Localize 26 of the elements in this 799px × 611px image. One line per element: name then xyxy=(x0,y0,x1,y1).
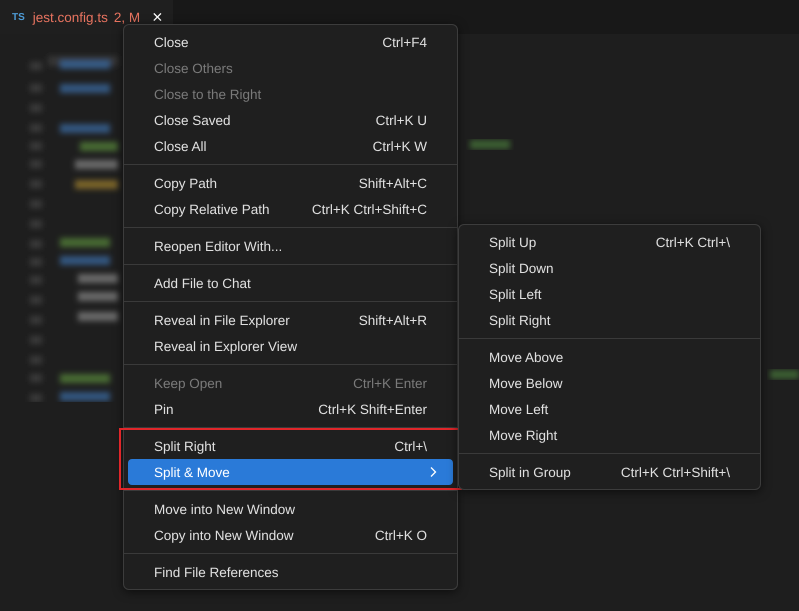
menu-item[interactable]: Move Above xyxy=(459,344,760,370)
menu-item[interactable]: Split Right xyxy=(459,307,760,333)
chevron-right-icon xyxy=(429,466,437,478)
menu-item[interactable]: Move Left xyxy=(459,396,760,422)
menu-item[interactable]: Move into New Window xyxy=(124,496,457,522)
menu-item[interactable]: Pin Ctrl+K Shift+Enter xyxy=(124,396,457,422)
menu-item[interactable]: Close Saved Ctrl+K U xyxy=(124,107,457,133)
menu-item[interactable]: Split & Move xyxy=(128,459,453,485)
menu-item[interactable]: Close All Ctrl+K W xyxy=(124,133,457,159)
menu-item[interactable]: Find File References xyxy=(124,559,457,585)
menu-item[interactable]: Split Down xyxy=(459,255,760,281)
close-icon[interactable]: × xyxy=(152,6,163,28)
menu-item[interactable]: Reopen Editor With... xyxy=(124,233,457,259)
menu-item[interactable]: Split in Group Ctrl+K Ctrl+Shift+\ xyxy=(459,459,760,485)
editor-tab[interactable]: TS jest.config.ts 2, M × xyxy=(0,0,173,34)
menu-item[interactable]: Move Below xyxy=(459,370,760,396)
menu-item[interactable]: Add File to Chat xyxy=(124,270,457,296)
menu-item[interactable]: Split Left xyxy=(459,281,760,307)
menu-item[interactable]: Split Right Ctrl+\ xyxy=(124,433,457,459)
menu-item[interactable]: Copy Relative Path Ctrl+K Ctrl+Shift+C xyxy=(124,196,457,222)
menu-item[interactable]: Copy into New Window Ctrl+K O xyxy=(124,522,457,548)
menu-item[interactable]: Copy Path Shift+Alt+C xyxy=(124,170,457,196)
menu-item[interactable]: Move Right xyxy=(459,422,760,448)
menu-item[interactable]: Split Up Ctrl+K Ctrl+\ xyxy=(459,229,760,255)
menu-item[interactable]: Reveal in File Explorer Shift+Alt+R xyxy=(124,307,457,333)
menu-item[interactable]: Reveal in Explorer View xyxy=(124,333,457,359)
